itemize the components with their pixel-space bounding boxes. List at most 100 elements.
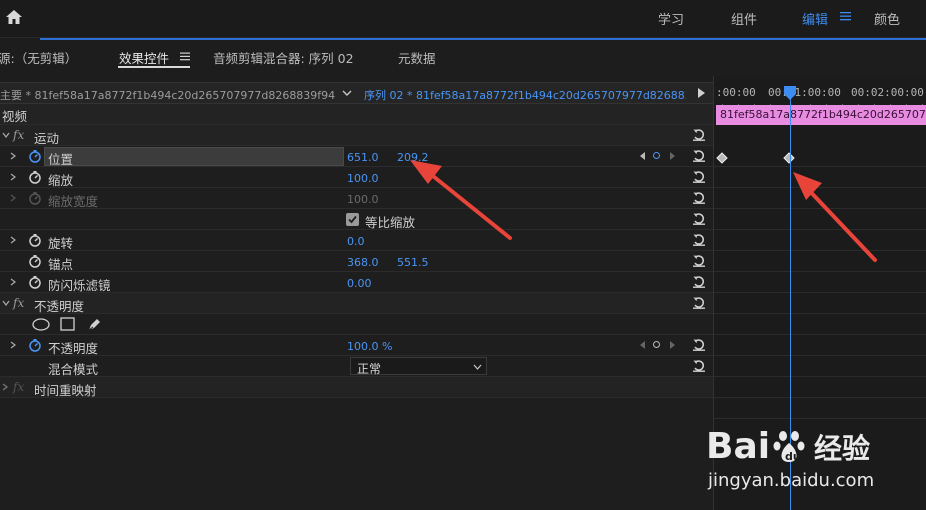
position-row[interactable]: 位置 651.0 209.2 <box>0 146 713 167</box>
chevron-down-icon[interactable] <box>2 132 10 139</box>
scale-row[interactable]: 缩放 100.0 <box>0 167 713 188</box>
blend-mode-select[interactable]: 正常 <box>350 357 487 376</box>
playhead-handle-icon[interactable] <box>783 86 797 100</box>
prev-keyframe-icon[interactable] <box>640 152 645 160</box>
anti-flicker-row[interactable]: 防闪烁滤镜 0.00 <box>0 272 713 293</box>
panel-menu-icon[interactable] <box>180 52 190 61</box>
panel-tabs: 源:（无剪辑） 效果控件 音频剪辑混合器: 序列 02 元数据 <box>0 40 926 76</box>
checkmark-icon <box>348 215 357 224</box>
chevron-right-icon[interactable] <box>2 383 9 391</box>
opacity-row[interactable]: 不透明度 100.0 % <box>0 335 713 356</box>
reset-icon[interactable] <box>692 149 706 163</box>
clip-bar[interactable]: 81fef58a17a8772f1b494c20d265707977d82688… <box>716 105 926 125</box>
opacity-section-row[interactable]: fx 不透明度 <box>0 293 713 314</box>
timeline-row <box>714 335 926 356</box>
selected-row-highlight <box>44 147 344 166</box>
rotation-value[interactable]: 0.0 <box>347 235 365 248</box>
reset-icon[interactable] <box>692 233 706 247</box>
chevron-down-icon[interactable] <box>341 87 353 99</box>
stopwatch-icon[interactable] <box>28 275 42 289</box>
baidu-logo-icon: Bai du 经验 <box>706 426 870 467</box>
prev-keyframe-icon[interactable] <box>640 341 645 349</box>
reset-icon[interactable] <box>692 275 706 289</box>
stopwatch-active-icon[interactable] <box>28 338 42 352</box>
reset-icon[interactable] <box>692 128 706 142</box>
reset-icon[interactable] <box>692 170 706 184</box>
workspace-tab-editing[interactable]: 编辑 <box>802 9 828 28</box>
reset-icon[interactable] <box>692 212 706 226</box>
effect-properties: 视频 fx 运动 位置 651.0 209.2 缩放 100.0 缩放宽度 10… <box>0 104 713 510</box>
timeline-row <box>714 293 926 314</box>
timecode-label: 00:02:00:00 <box>851 86 924 99</box>
chevron-right-icon[interactable] <box>10 236 17 244</box>
chevron-right-icon[interactable] <box>10 278 17 286</box>
timeline-row <box>714 314 926 335</box>
blend-mode-value: 正常 <box>357 362 382 376</box>
sequence-clip-label[interactable]: 序列 02 * 81fef58a17a8772f1b494c20d2657079… <box>364 87 686 103</box>
stopwatch-active-icon[interactable] <box>28 149 42 163</box>
reset-icon[interactable] <box>692 254 706 268</box>
tab-effect-controls[interactable]: 效果控件 <box>119 48 169 67</box>
timecode-label: 00:01:00:00 <box>768 86 841 99</box>
time-remap-row[interactable]: fx 时间重映射 <box>0 377 713 398</box>
tab-metadata[interactable]: 元数据 <box>398 48 436 67</box>
motion-row[interactable]: fx 运动 <box>0 125 713 146</box>
anchor-row[interactable]: 锚点 368.0 551.5 <box>0 251 713 272</box>
position-x-value[interactable]: 651.0 <box>347 151 379 164</box>
add-keyframe-icon[interactable] <box>653 152 660 159</box>
reset-icon[interactable] <box>692 338 706 352</box>
workspace-tab-color[interactable]: 颜色 <box>874 9 900 28</box>
anchor-y-value[interactable]: 551.5 <box>397 256 429 269</box>
timecode-label: :00:00 <box>716 86 756 99</box>
reset-icon[interactable] <box>692 191 706 205</box>
next-keyframe-icon[interactable] <box>670 341 675 349</box>
uniform-scale-label: 等比缩放 <box>365 215 416 230</box>
scale-width-label: 缩放宽度 <box>48 194 99 209</box>
position-label: 位置 <box>48 152 74 167</box>
rotation-label: 旋转 <box>48 236 74 251</box>
clip-name: 81fef58a17a8772f1b494c20d265707977d82688… <box>720 108 926 121</box>
rotation-row[interactable]: 旋转 0.0 <box>0 230 713 251</box>
stopwatch-disabled-icon <box>29 192 41 205</box>
scale-label: 缩放 <box>48 173 74 188</box>
scale-value[interactable]: 100.0 <box>347 172 379 185</box>
motion-label: 运动 <box>34 131 60 146</box>
svg-text:经验: 经验 <box>814 432 870 465</box>
pen-mask-icon[interactable] <box>87 316 103 332</box>
fx-icon[interactable]: fx <box>13 296 24 310</box>
timeline-row <box>714 377 926 398</box>
chevron-right-icon[interactable] <box>10 173 17 181</box>
scale-width-row: 缩放宽度 100.0 <box>0 188 713 209</box>
video-header-label: 视频 <box>2 109 28 124</box>
master-clip-label[interactable]: 主要 * 81fef58a17a8772f1b494c20d265707977d… <box>0 87 335 103</box>
add-keyframe-icon[interactable] <box>653 341 660 348</box>
tab-source[interactable]: 源:（无剪辑） <box>0 48 77 67</box>
stopwatch-icon[interactable] <box>28 170 42 184</box>
timeline-position-row <box>714 146 926 167</box>
hamburger-menu-icon[interactable] <box>840 11 851 21</box>
anti-flicker-value[interactable]: 0.00 <box>347 277 372 290</box>
tab-audio-clip-mixer[interactable]: 音频剪辑混合器: 序列 02 <box>213 48 354 67</box>
chevron-right-icon[interactable] <box>10 341 17 349</box>
position-y-value[interactable]: 209.2 <box>397 151 429 164</box>
chevron-down-icon[interactable] <box>2 300 10 307</box>
workspace-tabs: 学习 组件 编辑 颜色 <box>0 0 926 38</box>
anchor-label: 锚点 <box>48 257 74 272</box>
anchor-x-value[interactable]: 368.0 <box>347 256 379 269</box>
fx-icon[interactable]: fx <box>13 128 24 142</box>
workspace-tab-learn[interactable]: 学习 <box>658 9 684 28</box>
stopwatch-icon[interactable] <box>28 254 42 268</box>
opacity-value[interactable]: 100.0 % <box>347 340 392 353</box>
ellipse-mask-icon[interactable] <box>32 318 50 331</box>
next-keyframe-icon[interactable] <box>670 152 675 160</box>
timeline-row <box>714 272 926 293</box>
workspace-tab-assembly[interactable]: 组件 <box>731 9 757 28</box>
reset-icon[interactable] <box>692 359 706 373</box>
stopwatch-icon[interactable] <box>28 233 42 247</box>
chevron-right-icon[interactable] <box>10 152 17 160</box>
uniform-scale-checkbox[interactable] <box>346 213 359 226</box>
play-triangle-icon[interactable] <box>698 88 705 98</box>
active-tab-underline <box>118 66 190 68</box>
reset-icon[interactable] <box>692 296 706 310</box>
rectangle-mask-icon[interactable] <box>60 317 75 331</box>
